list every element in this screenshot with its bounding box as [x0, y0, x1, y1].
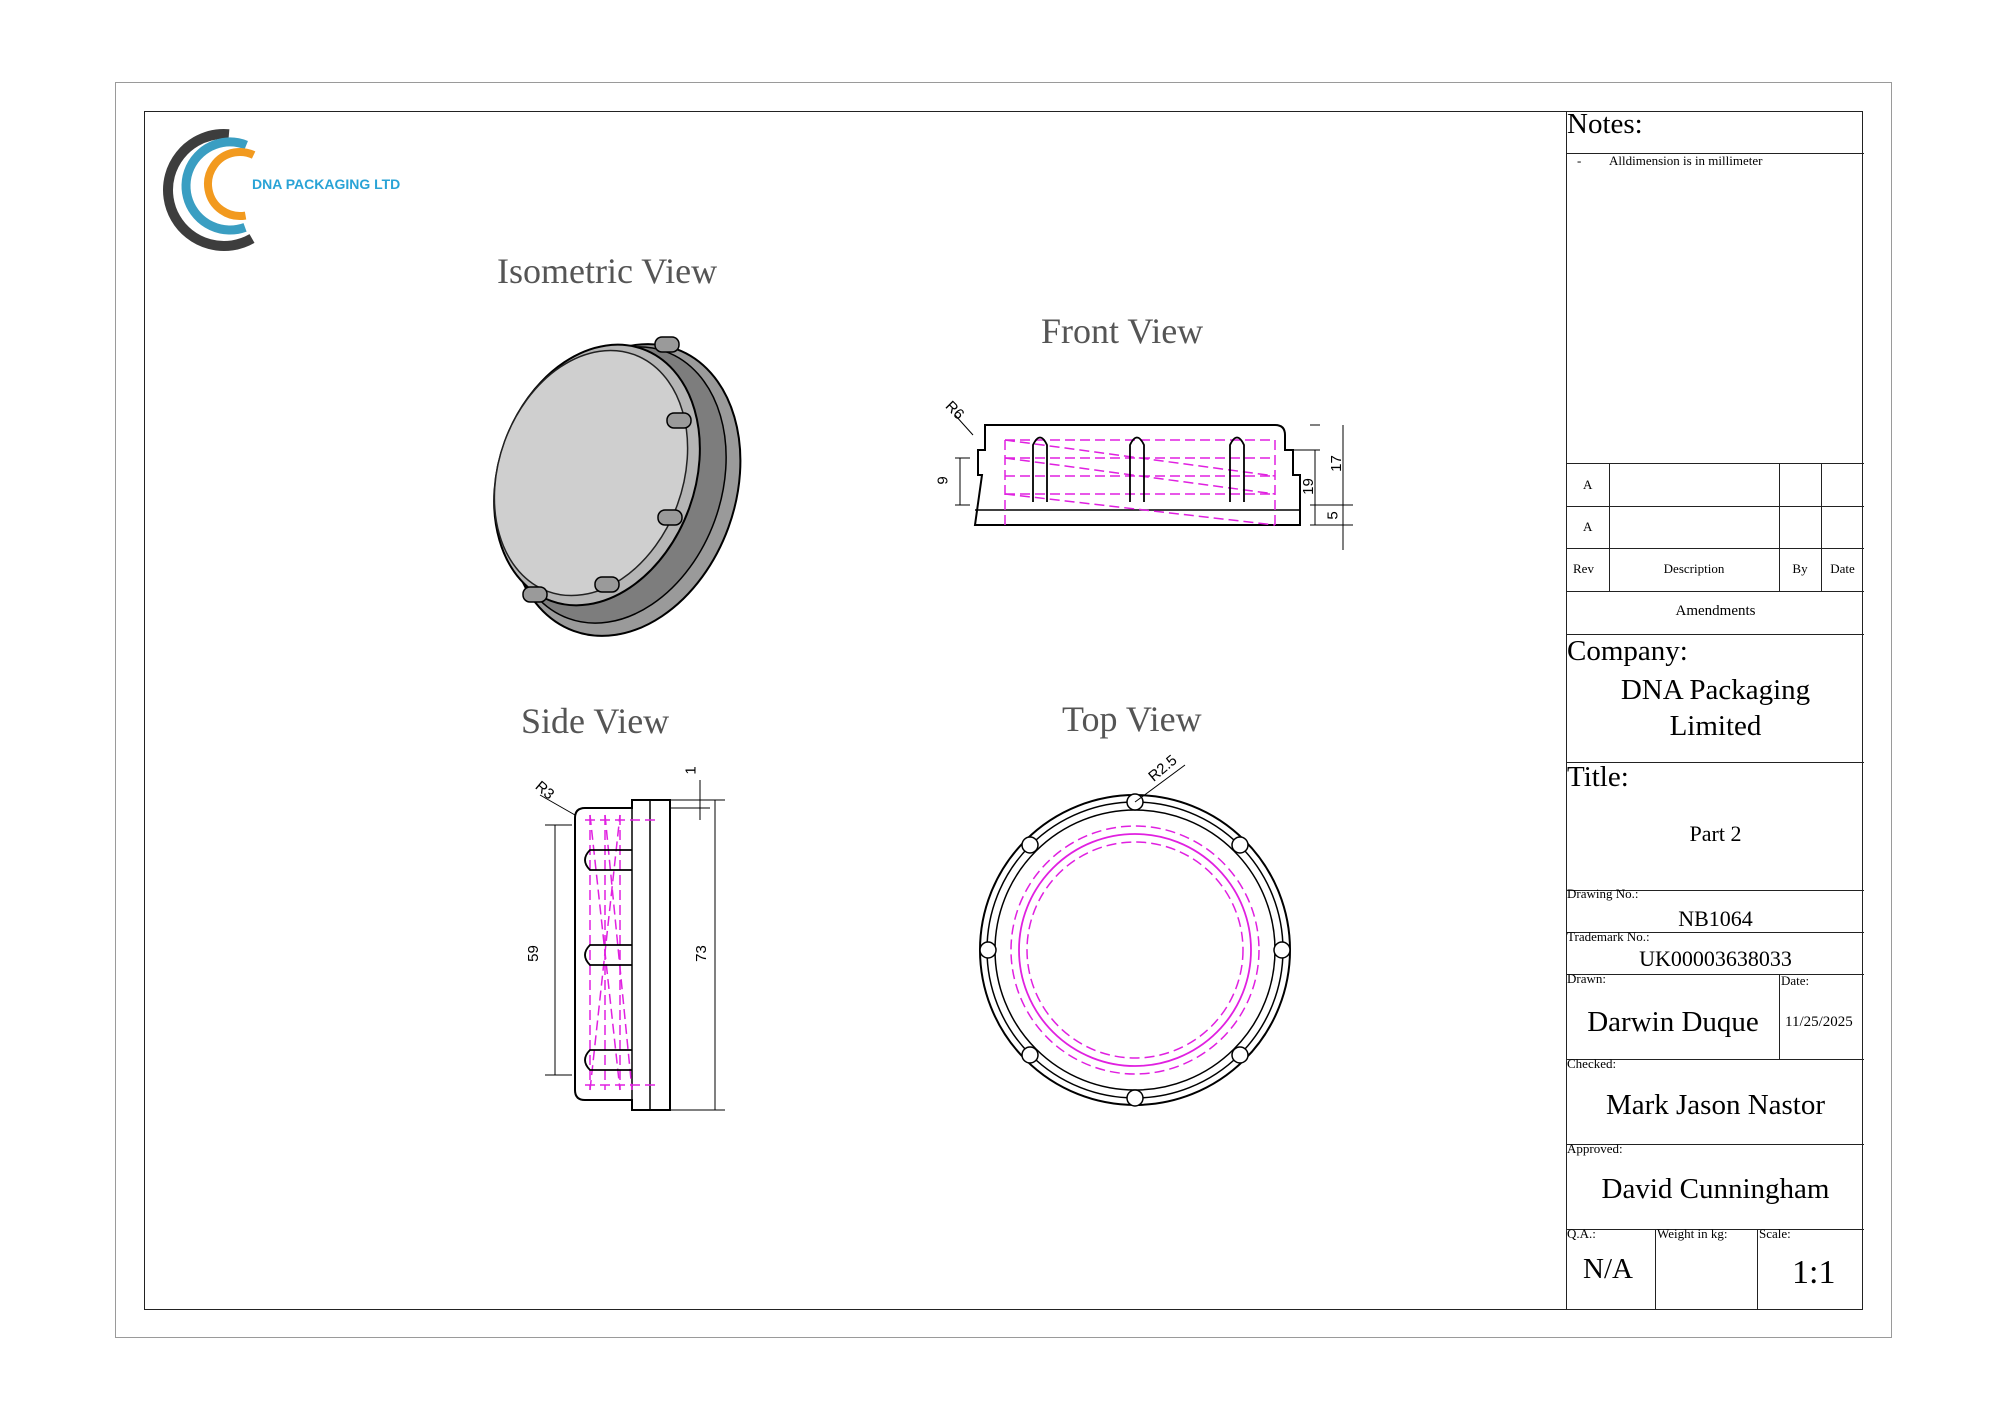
rev-1: A [1583, 477, 1593, 492]
drawing-no-label: Drawing No.: [1567, 886, 1639, 901]
dim-17: 17 [1327, 455, 1345, 472]
note-text: Alldimension is in millimeter [1609, 153, 1763, 168]
side-view-drawing: R3 1 59 73 [520, 760, 740, 1120]
rev-2: A [1583, 519, 1593, 534]
checked-by: Mark Jason Nastor [1605, 1089, 1826, 1121]
side-view-title: Side View [521, 701, 670, 741]
dim-9: 9 [934, 476, 952, 485]
by-header: By [1792, 561, 1808, 576]
dim-1: 1 [682, 766, 700, 775]
dim-19: 19 [1299, 478, 1317, 495]
note-bullet: - [1577, 153, 1582, 168]
qa-value: N/A [1583, 1253, 1633, 1285]
drawn-by: Darwin Duque [1587, 1006, 1759, 1038]
qa-label: Q.A.: [1567, 1226, 1596, 1241]
title-value: Part 2 [1689, 821, 1742, 846]
title-block: Notes: - Alldimension is in millimeter A… [1566, 108, 1864, 1310]
approved-label: Approved: [1567, 1141, 1623, 1156]
date-label: Date: [1781, 973, 1810, 988]
top-view-drawing: R2.5 [975, 752, 1305, 1110]
company-name-line2: Limited [1669, 710, 1762, 742]
weight-label: Weight in kg: [1657, 1226, 1728, 1241]
scale-label: Scale: [1759, 1226, 1791, 1241]
amendments-label: Amendments [1675, 603, 1756, 619]
dim-59: 59 [524, 945, 542, 962]
trademark-label: Trademark No.: [1567, 929, 1650, 944]
company-logo: DNA PACKAGING LTD [162, 128, 462, 253]
title-label: Title: [1567, 761, 1629, 793]
description-header: Description [1663, 561, 1725, 576]
top-view-title: Top View [1062, 699, 1202, 739]
date-value: 11/25/2025 [1785, 1014, 1853, 1030]
date-header: Date [1830, 561, 1855, 576]
approved-by: David Cunningham [1601, 1173, 1830, 1205]
checked-label: Checked: [1567, 1056, 1617, 1071]
company-name-line1: DNA Packaging [1620, 674, 1811, 706]
drawn-label: Drawn: [1567, 971, 1606, 986]
front-view-drawing: R6 9 19 17 5 [935, 398, 1365, 550]
logo-text: DNA PACKAGING LTD [252, 176, 401, 192]
trademark-no: UK00003638033 [1639, 946, 1792, 971]
notes-label: Notes: [1567, 108, 1643, 140]
isometric-view-drawing [475, 325, 765, 645]
dim-5: 5 [1324, 511, 1342, 520]
isometric-view-title: Isometric View [497, 251, 718, 291]
dim-73: 73 [692, 945, 710, 962]
rev-header: Rev [1573, 561, 1594, 576]
front-view-title: Front View [1041, 311, 1204, 351]
company-label: Company: [1567, 635, 1688, 667]
scale-value: 1:1 [1792, 1254, 1836, 1291]
